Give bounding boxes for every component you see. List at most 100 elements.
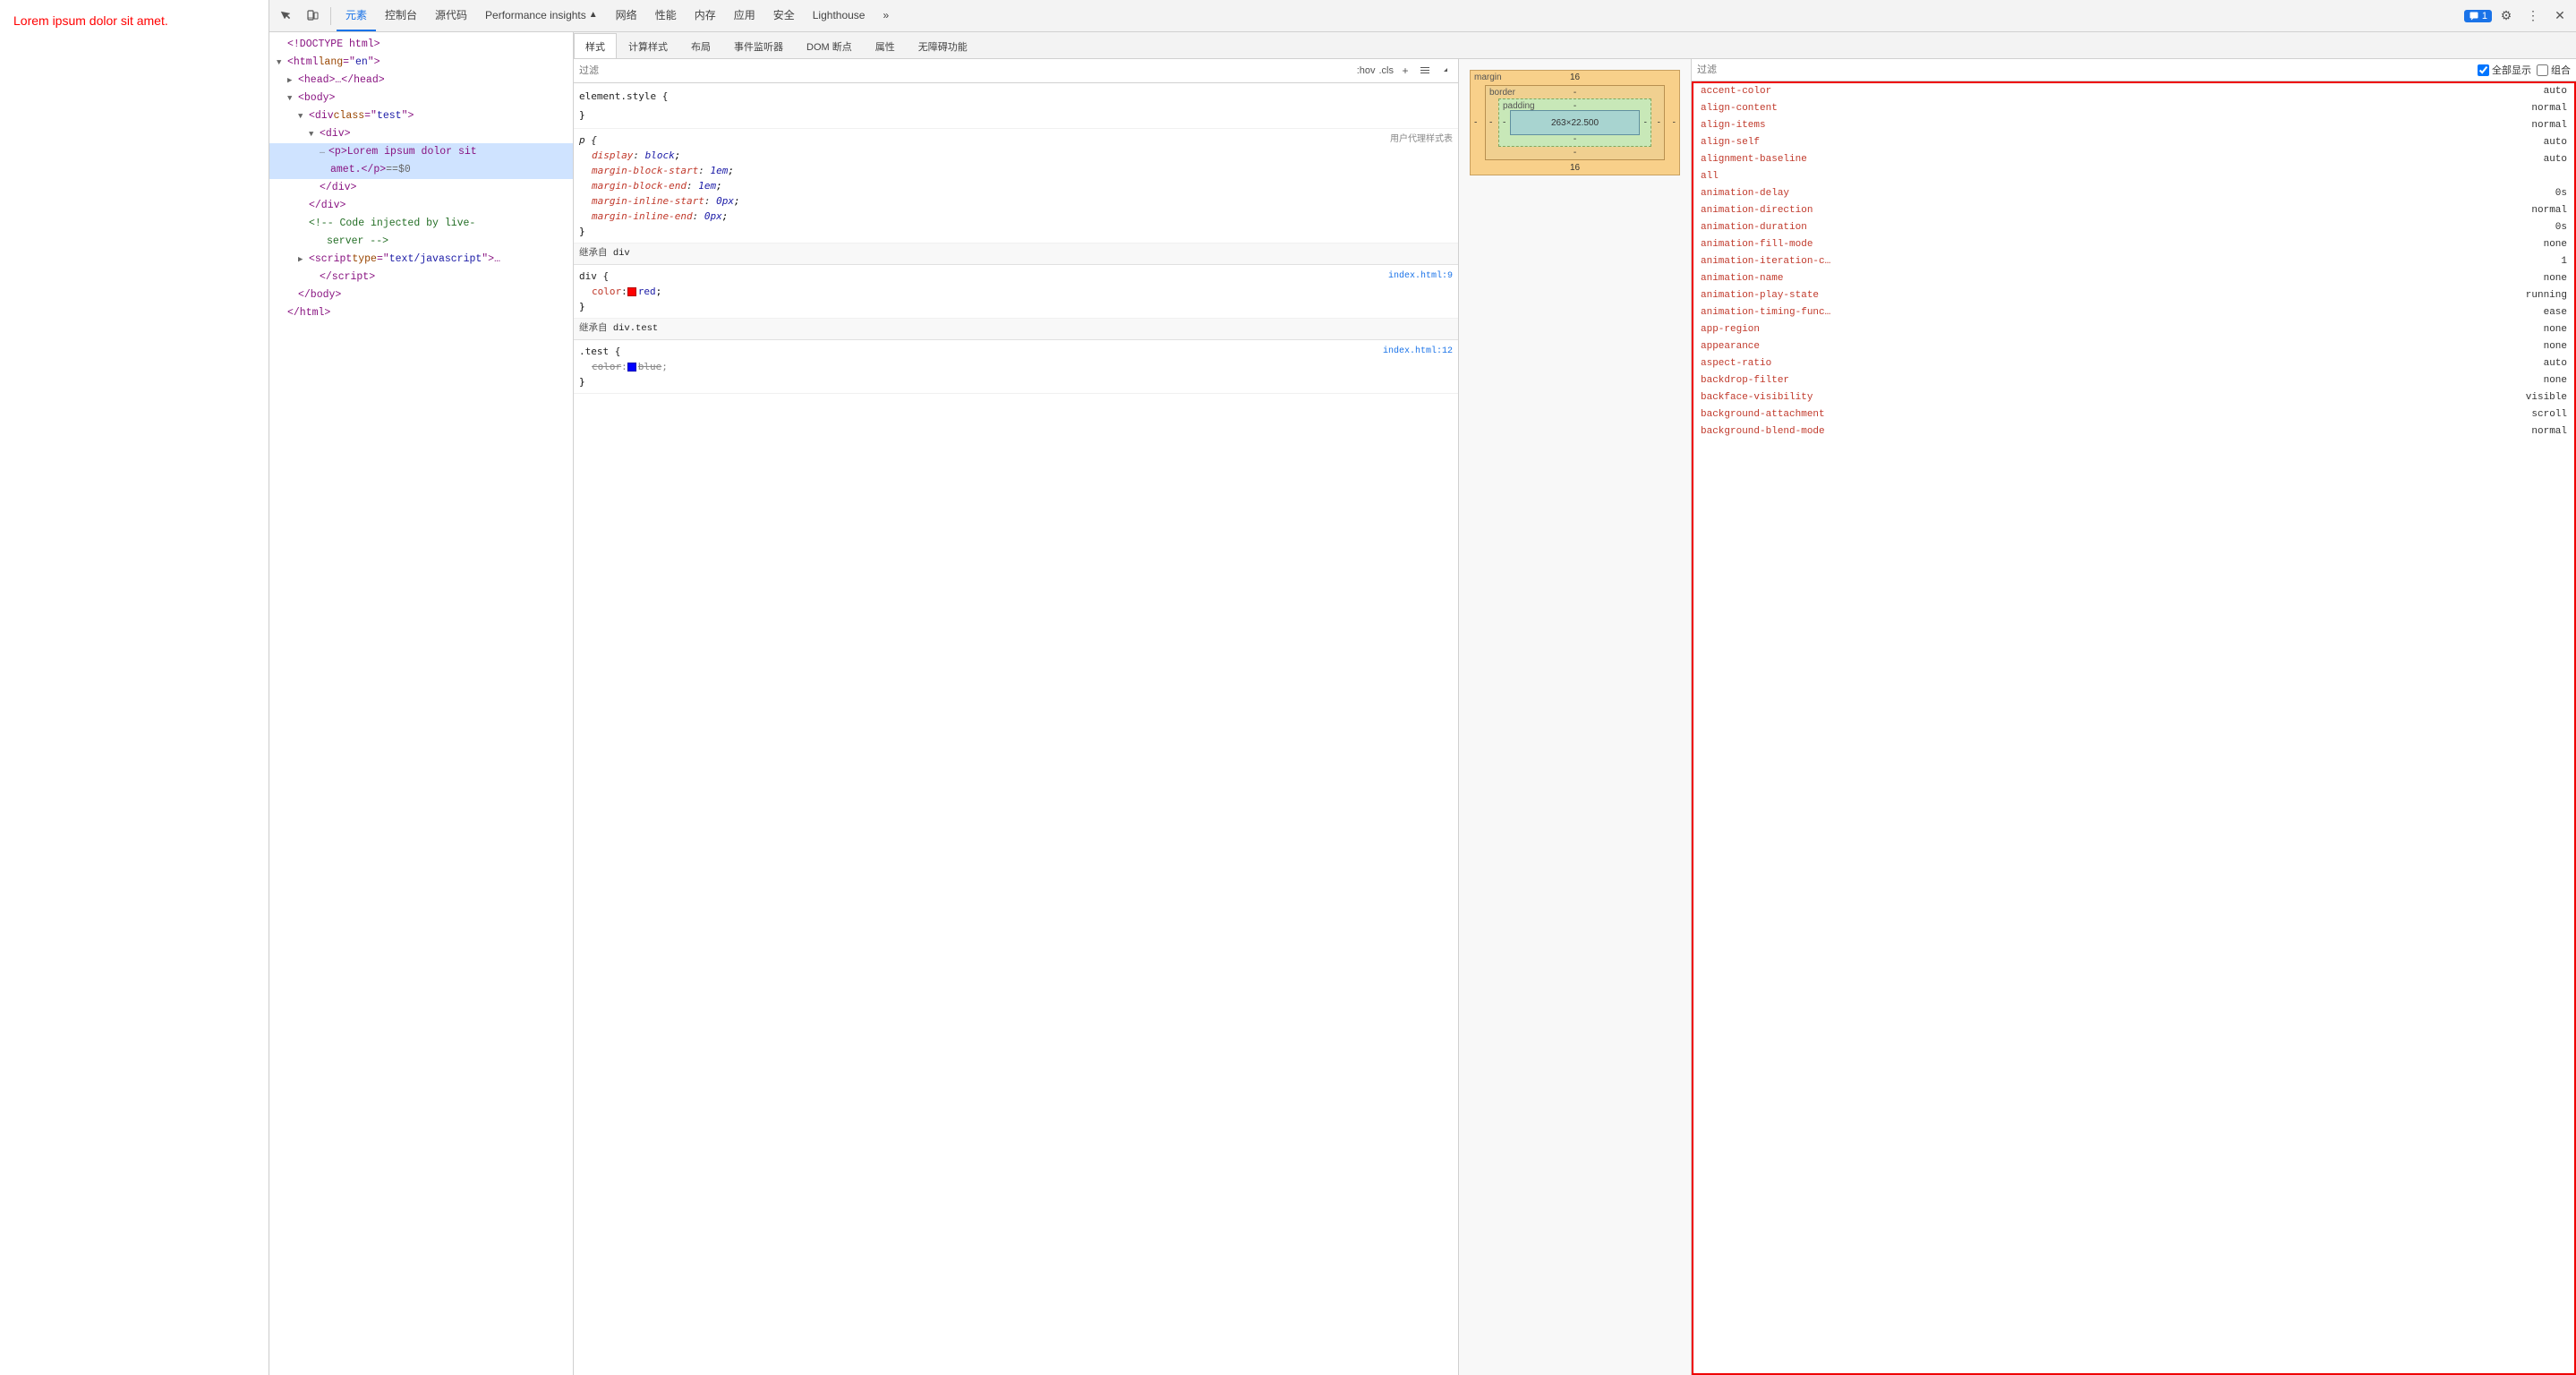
computed-row[interactable]: background-blend-modenormal bbox=[1693, 423, 2574, 440]
dom-close-div-test[interactable]: </div> bbox=[269, 197, 573, 215]
computed-row[interactable]: align-selfauto bbox=[1693, 134, 2574, 151]
show-all-checkbox[interactable] bbox=[2478, 64, 2489, 76]
dom-head[interactable]: <head>…</head> bbox=[269, 72, 573, 90]
subtab-accessibility[interactable]: 无障碍功能 bbox=[907, 33, 979, 58]
computed-row[interactable]: backface-visibilityvisible bbox=[1693, 389, 2574, 406]
hov-filter[interactable]: :hov bbox=[1357, 65, 1376, 76]
border-bottom-value: - bbox=[1574, 148, 1576, 158]
dom-div-test[interactable]: <div class="test"> bbox=[269, 107, 573, 125]
border-left-value: - bbox=[1489, 118, 1492, 128]
inherited-div-selector: div bbox=[613, 248, 630, 259]
group-checkbox[interactable] bbox=[2537, 64, 2548, 76]
cursor-tool-button[interactable] bbox=[273, 4, 298, 29]
dom-close-script[interactable]: </script> bbox=[269, 269, 573, 286]
subtab-dom-breakpoints[interactable]: DOM 断点 bbox=[795, 33, 864, 58]
computed-row[interactable]: accent-colorauto bbox=[1693, 83, 2574, 100]
tab-performance[interactable]: 性能 bbox=[646, 0, 686, 31]
computed-row[interactable]: animation-duration0s bbox=[1693, 219, 2574, 236]
dom-ellipsis[interactable]: … bbox=[320, 144, 325, 160]
computed-row[interactable]: animation-fill-modenone bbox=[1693, 236, 2574, 253]
tab-console[interactable]: 控制台 bbox=[376, 0, 426, 31]
subtab-computed[interactable]: 计算样式 bbox=[617, 33, 679, 58]
border-label: border bbox=[1489, 88, 1515, 98]
refresh-styles-button[interactable] bbox=[1437, 63, 1453, 79]
dom-body[interactable]: <body> bbox=[269, 90, 573, 107]
element-style-selector: element.style { bbox=[579, 90, 668, 102]
computed-row[interactable]: backdrop-filternone bbox=[1693, 372, 2574, 389]
border-box: border - - - padding - - - bbox=[1485, 85, 1665, 160]
tab-memory[interactable]: 内存 bbox=[686, 0, 725, 31]
device-toggle-button[interactable] bbox=[300, 4, 325, 29]
tab-more[interactable]: » bbox=[874, 0, 898, 31]
cls-filter[interactable]: .cls bbox=[1379, 65, 1395, 76]
dom-script[interactable]: <script type="text/javascript">… bbox=[269, 251, 573, 269]
expand-body-arrow[interactable] bbox=[287, 90, 298, 107]
p-user-agent-block: p { 用户代理样式表 display: block; margin-block… bbox=[574, 129, 1458, 243]
dom-comment[interactable]: <!-- Code injected by live- bbox=[269, 215, 573, 233]
tab-network[interactable]: 网络 bbox=[607, 0, 646, 31]
subtab-styles[interactable]: 样式 bbox=[574, 33, 617, 58]
settings-button[interactable]: ⚙ bbox=[2494, 4, 2519, 29]
div-source[interactable]: index.html:9 bbox=[1388, 269, 1453, 284]
computed-filter-input[interactable] bbox=[1697, 64, 2472, 75]
computed-row[interactable]: animation-namenone bbox=[1693, 270, 2574, 287]
dom-comment-2[interactable]: server --> bbox=[269, 233, 573, 251]
dom-doctype-text: <!DOCTYPE html> bbox=[287, 37, 380, 53]
more-options-button[interactable]: ⋮ bbox=[2521, 4, 2546, 29]
add-style-button[interactable]: + bbox=[1397, 63, 1413, 79]
element-style-close: } bbox=[579, 109, 585, 121]
dom-tree[interactable]: <!DOCTYPE html> <html lang="en"> <head>…… bbox=[269, 32, 573, 1375]
computed-row[interactable]: align-contentnormal bbox=[1693, 100, 2574, 117]
new-style-rule-button[interactable] bbox=[1417, 63, 1433, 79]
dom-html[interactable]: <html lang="en"> bbox=[269, 54, 573, 72]
element-sub-tabs: 样式 计算样式 布局 事件监听器 DOM 断点 属性 无障碍功能 bbox=[574, 32, 2576, 59]
box-model-panel: margin 16 - - border - - - bbox=[1459, 59, 1692, 1375]
inherited-divtest-label: 继承自 div.test bbox=[574, 319, 1458, 340]
computed-panel: 全部显示 组合 accent-colorautoalign-contentnor… bbox=[1692, 59, 2576, 1375]
close-button[interactable]: ✕ bbox=[2547, 4, 2572, 29]
computed-row[interactable]: background-attachmentscroll bbox=[1693, 406, 2574, 423]
styles-filter-bar: :hov .cls + bbox=[574, 59, 1458, 83]
color-swatch-blue[interactable] bbox=[627, 363, 636, 372]
computed-row[interactable]: animation-directionnormal bbox=[1693, 202, 2574, 219]
expand-div-test-arrow[interactable] bbox=[298, 108, 309, 124]
computed-row[interactable]: animation-play-staterunning bbox=[1693, 287, 2574, 304]
dom-close-div-inner[interactable]: </div> bbox=[269, 179, 573, 197]
performance-insights-icon: ▲ bbox=[589, 10, 598, 20]
computed-row[interactable]: appearancenone bbox=[1693, 338, 2574, 355]
tab-security[interactable]: 安全 bbox=[764, 0, 804, 31]
computed-row[interactable]: align-itemsnormal bbox=[1693, 117, 2574, 134]
dom-doctype[interactable]: <!DOCTYPE html> bbox=[269, 36, 573, 54]
dom-close-body[interactable]: </body> bbox=[269, 286, 573, 304]
computed-row[interactable]: animation-iteration-c…1 bbox=[1693, 253, 2574, 270]
tab-elements[interactable]: 元素 bbox=[337, 0, 376, 31]
computed-row[interactable]: app-regionnone bbox=[1693, 321, 2574, 338]
subtab-layout[interactable]: 布局 bbox=[679, 33, 722, 58]
chat-badge[interactable]: 1 bbox=[2464, 10, 2492, 22]
subtab-event-listeners[interactable]: 事件监听器 bbox=[722, 33, 795, 58]
computed-row[interactable]: animation-delay0s bbox=[1693, 185, 2574, 202]
tab-application[interactable]: 应用 bbox=[725, 0, 764, 31]
page-text: Lorem ipsum dolor sit amet. bbox=[13, 13, 168, 28]
computed-row[interactable]: animation-timing-func…ease bbox=[1693, 304, 2574, 321]
expand-head-arrow[interactable] bbox=[287, 73, 298, 89]
tab-sources[interactable]: 源代码 bbox=[426, 0, 476, 31]
color-swatch-red[interactable] bbox=[627, 287, 636, 296]
expand-div-inner-arrow[interactable] bbox=[309, 126, 320, 142]
subtab-properties[interactable]: 属性 bbox=[864, 33, 907, 58]
dom-div-inner[interactable]: <div> bbox=[269, 125, 573, 143]
tab-lighthouse[interactable]: Lighthouse bbox=[804, 0, 874, 31]
computed-row[interactable]: alignment-baselineauto bbox=[1693, 151, 2574, 168]
dom-p-text[interactable]: amet.</p> == $0 bbox=[269, 161, 573, 179]
computed-row[interactable]: aspect-ratioauto bbox=[1693, 355, 2574, 372]
expand-html-arrow[interactable] bbox=[277, 55, 287, 71]
tab-performance-insights[interactable]: Performance insights ▲ bbox=[476, 0, 607, 31]
dom-close-html[interactable]: </html> bbox=[269, 304, 573, 322]
styles-filter-input[interactable] bbox=[579, 65, 1353, 76]
dom-p-element[interactable]: … <p>Lorem ipsum dolor sit bbox=[269, 143, 573, 161]
computed-row[interactable]: all bbox=[1693, 168, 2574, 185]
computed-properties-list[interactable]: accent-colorautoalign-contentnormalalign… bbox=[1692, 81, 2576, 1375]
border-right-value: - bbox=[1658, 118, 1660, 128]
expand-script-arrow[interactable] bbox=[298, 252, 309, 268]
test-source[interactable]: index.html:12 bbox=[1383, 344, 1453, 359]
